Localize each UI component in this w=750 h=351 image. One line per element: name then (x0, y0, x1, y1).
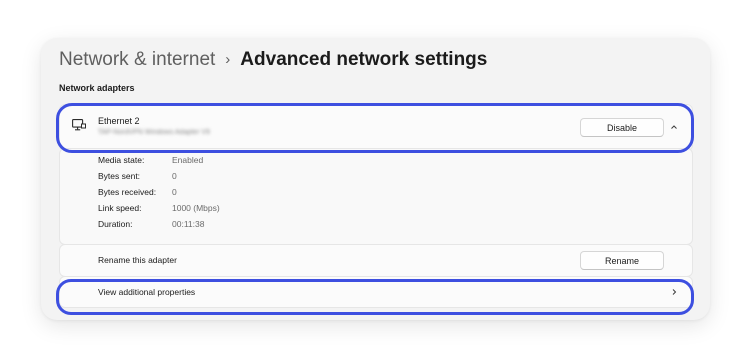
detail-value: 0 (172, 171, 177, 181)
detail-value: Enabled (172, 155, 204, 165)
chevron-right-icon (672, 289, 677, 295)
breadcrumb: Network & internet › Advanced network se… (59, 48, 487, 72)
detail-value: 0 (172, 187, 177, 197)
rename-button[interactable]: Rename (580, 251, 664, 270)
page-title: Advanced network settings (240, 49, 488, 70)
adapter-description: TAP-NordVPN Windows Adapter V9 (98, 129, 210, 136)
detail-row-bytes-received: Bytes received: 0 (98, 187, 177, 197)
detail-label: Bytes received: (98, 187, 157, 197)
detail-row-link-speed: Link speed: 1000 (Mbps) (98, 203, 220, 213)
breadcrumb-separator: › (225, 51, 231, 68)
rename-adapter-row: Rename this adapter Rename (59, 244, 693, 277)
adapter-name: Ethernet 2 (98, 116, 140, 126)
settings-window: Network & internet › Advanced network se… (41, 38, 710, 320)
adapter-header-row[interactable]: Ethernet 2 TAP-NordVPN Windows Adapter V… (59, 104, 693, 151)
ethernet-monitor-icon (72, 119, 86, 131)
detail-label: Link speed: (98, 203, 142, 213)
section-title-network-adapters: Network adapters (59, 83, 135, 93)
view-additional-properties-label: View additional properties (98, 287, 196, 297)
detail-label: Bytes sent: (98, 171, 141, 181)
breadcrumb-parent-link[interactable]: Network & internet (59, 48, 215, 72)
detail-label: Duration: (98, 219, 133, 229)
rename-adapter-label: Rename this adapter (98, 255, 177, 265)
view-additional-properties-row[interactable]: View additional properties (59, 276, 693, 308)
detail-row-bytes-sent: Bytes sent: 0 (98, 171, 177, 181)
disable-button[interactable]: Disable (580, 118, 664, 137)
detail-row-media-state: Media state: Enabled (98, 155, 203, 165)
adapter-details-panel: Media state: Enabled Bytes sent: 0 Bytes r… (59, 148, 693, 245)
detail-value: 1000 (Mbps) (172, 203, 220, 213)
detail-row-duration: Duration: 00:11:38 (98, 219, 204, 229)
detail-value: 00:11:38 (172, 219, 205, 229)
chevron-up-icon[interactable] (669, 122, 679, 132)
detail-label: Media state: (98, 155, 145, 165)
